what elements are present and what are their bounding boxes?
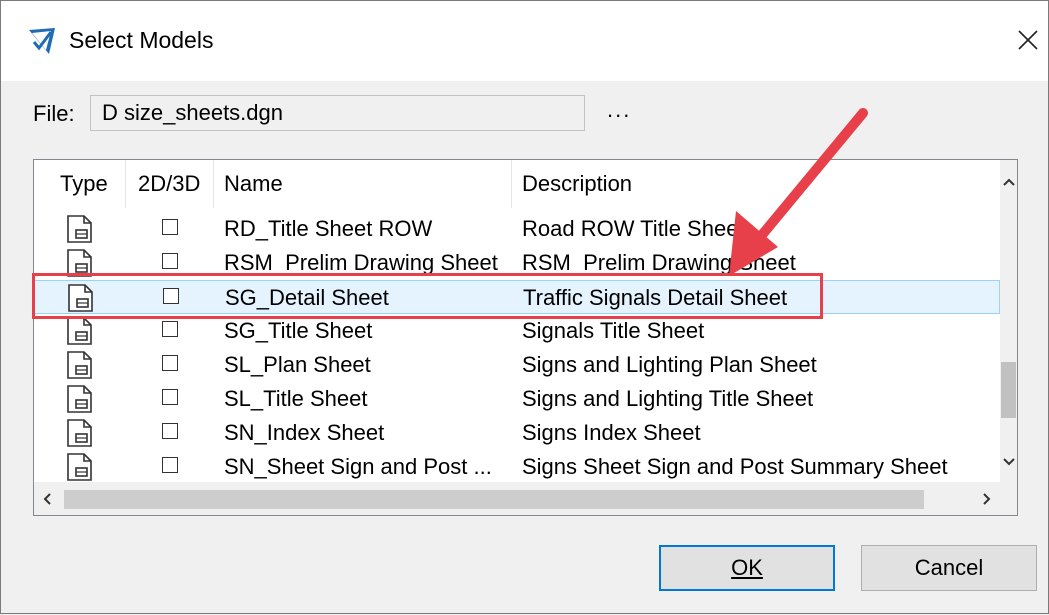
- model-list[interactable]: Type 2D/3D Name Description RD_Title She…: [33, 159, 1018, 516]
- table-row[interactable]: SG_Title Sheet Signals Title Sheet: [34, 314, 1000, 348]
- model-sheet-icon: [67, 419, 92, 447]
- table-row[interactable]: SG_Detail Sheet Traffic Signals Detail Sh…: [34, 280, 1000, 314]
- row-name: SG_Title Sheet: [224, 318, 373, 343]
- model-sheet-icon: [67, 453, 92, 481]
- 2d3d-checkbox[interactable]: [162, 321, 178, 337]
- scroll-up-button[interactable]: [1000, 172, 1017, 192]
- model-sheet-icon: [68, 284, 93, 312]
- row-name: SG_Detail Sheet: [225, 285, 389, 310]
- vertical-scrollbar[interactable]: [1000, 160, 1017, 482]
- 2d3d-checkbox[interactable]: [162, 457, 178, 473]
- scroll-right-button[interactable]: [978, 489, 995, 509]
- row-description: Signs Sheet Sign and Post Summary Sheet: [522, 454, 948, 479]
- close-button[interactable]: [1006, 18, 1049, 62]
- 2d3d-checkbox[interactable]: [162, 389, 178, 405]
- column-header-description[interactable]: Description: [512, 160, 1000, 208]
- table-row[interactable]: SL_Plan Sheet Signs and Lighting Plan She…: [34, 348, 1000, 382]
- horizontal-scrollbar[interactable]: [34, 482, 1000, 515]
- row-name: RSM_Prelim Drawing Sheet: [224, 250, 498, 275]
- row-name: SL_Plan Sheet: [224, 352, 371, 377]
- horizontal-scroll-thumb[interactable]: [64, 490, 924, 509]
- vertical-scroll-thumb[interactable]: [1001, 362, 1016, 418]
- chevron-up-icon: [1002, 178, 1015, 186]
- table-row[interactable]: SL_Title Sheet Signs and Lighting Title S…: [34, 382, 1000, 416]
- row-description: Road ROW Title Sheet: [522, 216, 745, 241]
- file-field[interactable]: D size_sheets.dgn: [90, 95, 585, 131]
- table-row[interactable]: RSM_Prelim Drawing Sheet RSM_Prelim Drawi…: [34, 246, 1000, 280]
- select-models-dialog: Select Models File: D size_sheets.dgn ..…: [0, 0, 1049, 614]
- cancel-button[interactable]: Cancel: [861, 545, 1037, 591]
- scroll-left-button[interactable]: [38, 489, 55, 509]
- scroll-down-button[interactable]: [1000, 452, 1017, 472]
- window-title: Select Models: [69, 27, 214, 53]
- browse-button[interactable]: ...: [607, 97, 631, 123]
- list-header: Type 2D/3D Name Description: [34, 160, 1000, 208]
- chevron-right-icon: [982, 493, 990, 505]
- model-sheet-icon: [67, 351, 92, 379]
- table-row[interactable]: SN_Index Sheet Signs Index Sheet: [34, 416, 1000, 450]
- close-icon: [1018, 30, 1038, 50]
- row-description: Signs and Lighting Plan Sheet: [522, 352, 817, 377]
- file-label: File:: [33, 101, 75, 126]
- model-sheet-icon: [67, 249, 92, 277]
- row-description: Signals Title Sheet: [522, 318, 705, 343]
- column-header-name[interactable]: Name: [214, 160, 512, 208]
- 2d3d-checkbox[interactable]: [162, 355, 178, 371]
- title-bar: Select Models: [1, 1, 1048, 81]
- 2d3d-checkbox[interactable]: [162, 219, 178, 235]
- model-sheet-icon: [67, 317, 92, 345]
- 2d3d-checkbox[interactable]: [163, 288, 179, 304]
- 2d3d-checkbox[interactable]: [162, 253, 178, 269]
- row-name: RD_Title Sheet ROW: [224, 216, 433, 241]
- microstation-icon: [27, 26, 57, 56]
- row-description: Signs Index Sheet: [522, 420, 701, 445]
- ok-button[interactable]: OK: [659, 545, 835, 591]
- table-row[interactable]: RD_Title Sheet ROW Road ROW Title Sheet: [34, 212, 1000, 246]
- row-name: SL_Title Sheet: [224, 386, 368, 411]
- row-description: Signs and Lighting Title Sheet: [522, 386, 814, 411]
- ok-button-label: OK: [731, 555, 763, 580]
- column-header-type[interactable]: Type: [34, 160, 126, 208]
- column-header-2d3d[interactable]: 2D/3D: [126, 160, 214, 208]
- row-description: Traffic Signals Detail Sheet: [523, 285, 788, 310]
- row-name: SN_Index Sheet: [224, 420, 385, 445]
- row-description: RSM_Prelim Drawing Sheet: [522, 250, 796, 275]
- table-row[interactable]: SN_Sheet Sign and Post ... Signs Sheet Si…: [34, 450, 1000, 484]
- model-sheet-icon: [67, 385, 92, 413]
- 2d3d-checkbox[interactable]: [162, 423, 178, 439]
- model-sheet-icon: [67, 215, 92, 243]
- row-name: SN_Sheet Sign and Post ...: [224, 454, 492, 479]
- scrollbar-corner: [1000, 482, 1017, 515]
- chevron-left-icon: [43, 493, 51, 505]
- chevron-down-icon: [1002, 458, 1015, 466]
